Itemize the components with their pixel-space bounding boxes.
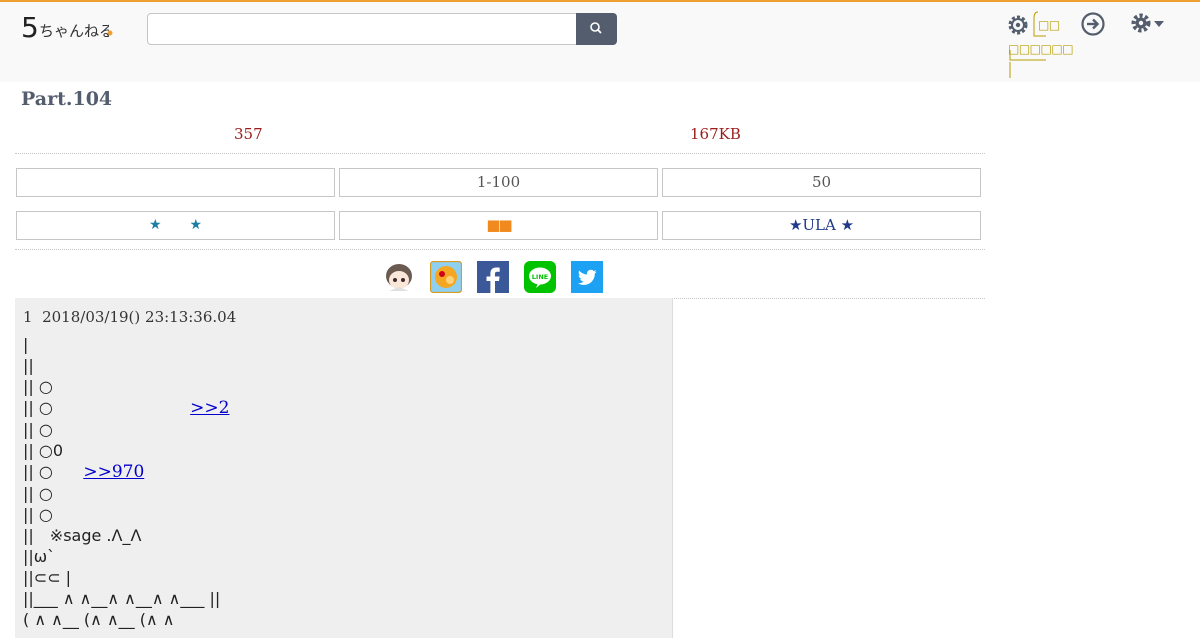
post-line: || ○ [23,377,53,396]
post-line: ||___ ∧ ∧__∧ ∧__∧ ∧___ || [23,589,221,608]
nav-star-button[interactable]: ★ ★ [16,211,335,240]
nav-ula-button[interactable]: ★ULA ★ [662,211,981,240]
thread-title: Part.104 [21,88,113,110]
twitter-icon[interactable] [571,261,603,293]
search-button[interactable] [576,13,617,45]
post-line: || ○0 [23,441,64,460]
post-header: 1 2018/03/19() 23:13:36.04 [23,308,236,326]
anchor-link[interactable]: >>2 [190,398,229,418]
svg-text:LINE: LINE [532,273,548,281]
nav-latest50-button[interactable]: 50 [662,168,981,197]
menu-item-2[interactable]: □□□□□□ [1008,42,1074,56]
logo-five: 5 [21,11,39,43]
post: 1 2018/03/19() 23:13:36.04 | || || ○ || … [15,298,673,638]
post-line: || ※sage .Λ_Λ [23,526,142,545]
post-line: ( ∧ ∧__ (∧ ∧__ (∧ ∧ [23,610,175,629]
post-body: | || || ○ || ○ >>2 || ○ || ○0 || ○ >>970… [23,334,229,630]
post-line: ||⊂⊂ | [23,568,72,587]
ball-icon[interactable] [430,261,462,293]
post-line: || [23,356,34,375]
chevron-down-icon [1154,21,1164,27]
post-line: || ○ [23,462,53,481]
post-line: | [23,335,29,354]
nav-squares-button[interactable]: ■■ [339,211,658,240]
menu-item-1[interactable]: □□ [1038,18,1060,32]
anchor-link[interactable]: >>970 [83,462,144,482]
login-icon[interactable] [1080,11,1106,37]
facebook-icon[interactable] [477,261,509,293]
post-datetime: 2018/03/19() 23:13:36.04 [42,308,237,326]
search-icon [590,22,602,34]
character-icon[interactable] [383,261,415,293]
nav-first100-button[interactable]: 1-100 [339,168,658,197]
search-input[interactable] [147,13,577,45]
post-line: || ○ [23,398,53,417]
divider [15,249,985,250]
logo-wordmark: ちゃんねる [39,22,109,40]
svg-text:ちゃんねる: ちゃんねる [39,22,109,40]
post-line: || ○ [23,505,53,524]
response-count: 357 [234,125,263,143]
settings-dropdown-icon[interactable] [1130,12,1168,36]
header: 5 ちゃんねる □□ □□□□□□ [0,0,1200,82]
thread-size: 167KB [690,125,741,143]
nav-all-button[interactable] [16,168,335,197]
post-number: 1 [23,308,33,326]
post-line: ||ω` [23,547,56,566]
post-line: || ○ [23,420,53,439]
line-icon[interactable]: LINE [524,261,556,293]
divider [15,153,985,154]
post-line: || ○ [23,484,53,503]
menu-tree: □□ □□□□□□ [1008,10,1074,80]
